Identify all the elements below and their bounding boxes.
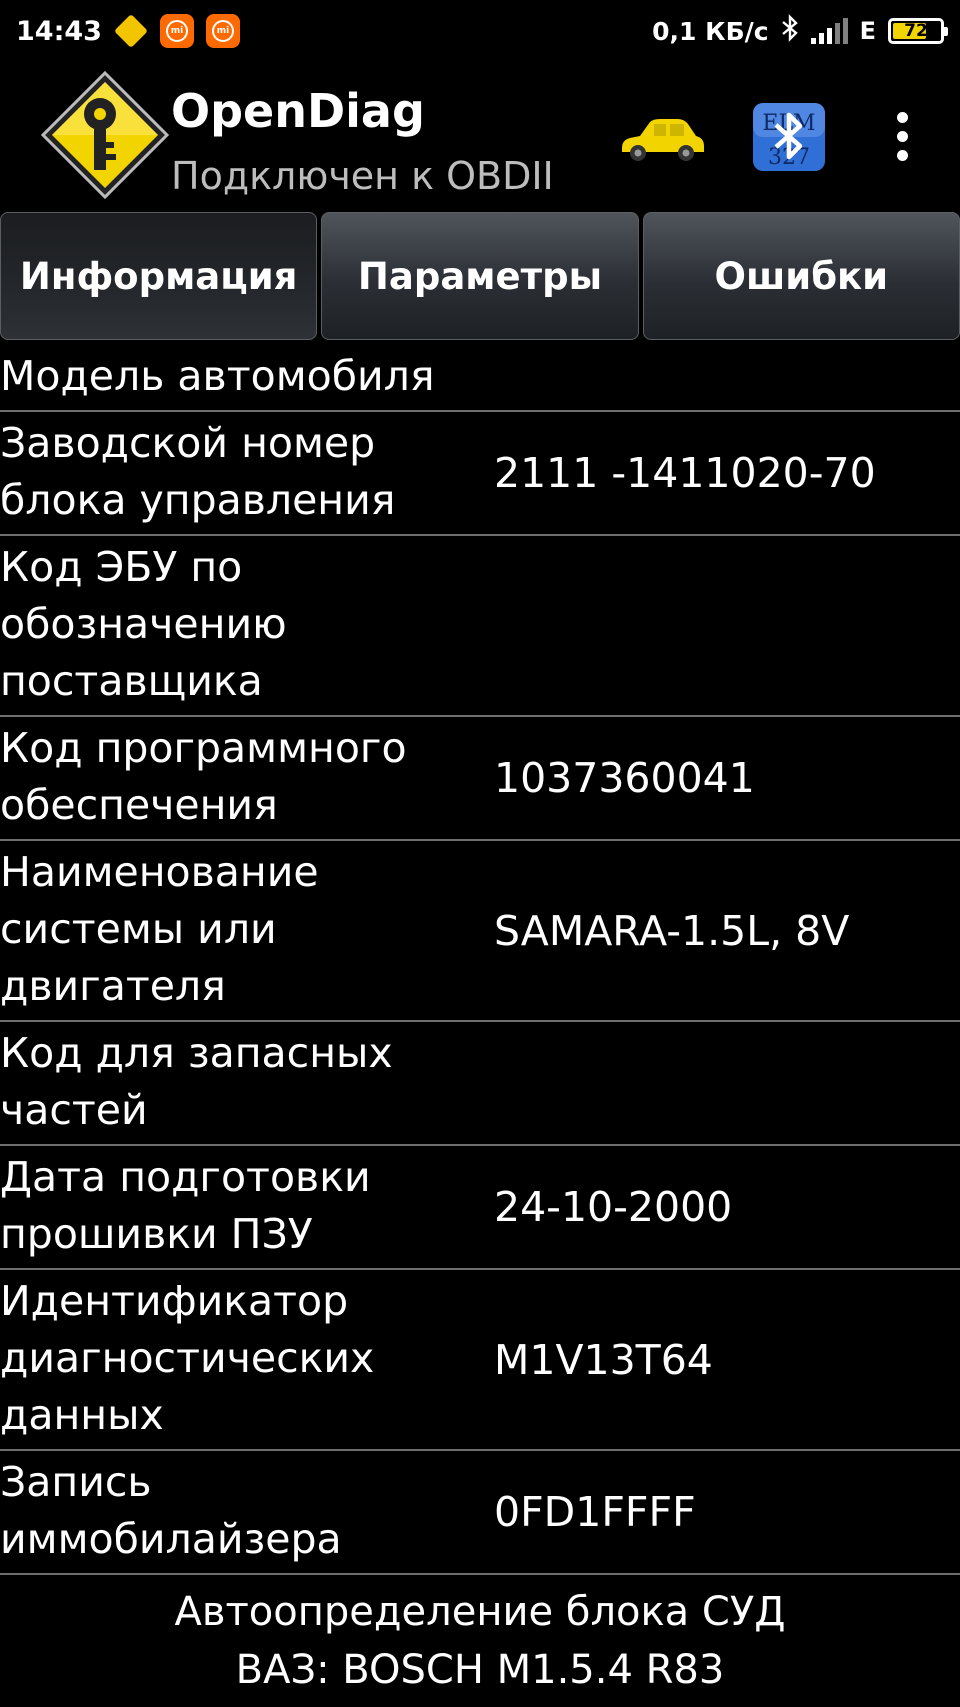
info-row-label: Дата подготовки прошивки ПЗУ <box>0 1153 371 1258</box>
status-left: 14:43 mi mi <box>16 14 240 48</box>
mi-notification-icon: mi <box>159 14 194 48</box>
ecu-autodetect-footer: Автоопределение блока СУД ВАЗ: BOSCH M1.… <box>0 1583 960 1707</box>
info-row-value: SAMARA-1.5L, 8V <box>494 906 850 955</box>
info-row: Идентификатор диагностических данных M1V1… <box>0 1270 960 1451</box>
battery-level: 72 <box>904 21 928 41</box>
info-row-label: Запись иммобилайзера <box>0 1458 342 1563</box>
info-row: Модель автомобиля <box>0 345 960 412</box>
car-icon[interactable] <box>618 114 706 164</box>
status-time: 14:43 <box>16 15 102 47</box>
mi-notification-icon-2: mi <box>205 14 240 48</box>
info-row-label: Наименование системы или двигателя <box>0 848 319 1010</box>
info-row-value: M1V13T64 <box>494 1335 713 1384</box>
network-speed: 0,1 КБ/с <box>652 16 769 46</box>
info-row-label: Код ЭБУ по обозначению поставщика <box>0 543 287 705</box>
status-right: 0,1 КБ/с E 72 <box>652 13 948 49</box>
app-title: OpenDiag <box>171 84 425 138</box>
battery-icon: 72 <box>888 18 948 44</box>
info-row: Наименование системы или двигателя SAMARA… <box>0 841 960 1022</box>
info-row-value: 1037360041 <box>494 754 755 802</box>
info-row-label: Идентификатор диагностических данных <box>0 1277 375 1439</box>
info-row: Код программного обеспечения 1037360041 <box>0 717 960 841</box>
info-row-label: Заводской номер блока управления <box>0 419 396 524</box>
more-vert-icon[interactable] <box>882 106 922 166</box>
info-row: Запись иммобилайзера 0FD1FFFF <box>0 1451 960 1575</box>
bluetooth-status-icon <box>781 13 799 49</box>
info-row-label: Код для запасных частей <box>0 1029 393 1134</box>
info-row-value: 24-10-2000 <box>494 1183 733 1231</box>
info-row-label: Код программного обеспечения <box>0 724 407 829</box>
footer-line-1: Автоопределение блока СУД <box>174 1589 786 1635</box>
footer-line-2: ВАЗ: BOSCH M1.5.4 R83 <box>235 1647 725 1693</box>
info-row: Код ЭБУ по обозначению поставщика <box>0 536 960 717</box>
signal-strength-icon <box>810 18 848 44</box>
connection-status: Подключен к OBDII <box>171 154 554 198</box>
info-row: Код для запасных частей <box>0 1022 960 1146</box>
info-row-value: 0FD1FFFF <box>494 1488 696 1536</box>
tab-information[interactable]: Информация <box>0 212 318 340</box>
app-bar: OpenDiag Подключен к OBDII ELM 327 <box>0 62 960 210</box>
network-type: E <box>859 17 876 45</box>
info-row-label: Модель автомобиля <box>0 352 435 400</box>
tab-parameters[interactable]: Параметры <box>321 212 639 340</box>
navigation-notification-icon <box>114 14 148 48</box>
tab-bar: Информация Параметры Ошибки <box>0 212 960 340</box>
status-bar: 14:43 mi mi 0,1 КБ/с E 72 <box>0 0 960 62</box>
info-list[interactable]: Модель автомобиля Заводской номер блока у… <box>0 345 960 1583</box>
key-diamond-icon <box>40 70 170 200</box>
tab-errors[interactable]: Ошибки <box>642 212 960 340</box>
info-row-value: 2111 -1411020-70 <box>494 449 876 497</box>
info-row: Заводской номер блока управления 2111 -14… <box>0 412 960 536</box>
elm327-bluetooth-icon[interactable]: ELM 327 <box>752 102 826 172</box>
info-row: Дата подготовки прошивки ПЗУ 24-10-2000 <box>0 1146 960 1270</box>
